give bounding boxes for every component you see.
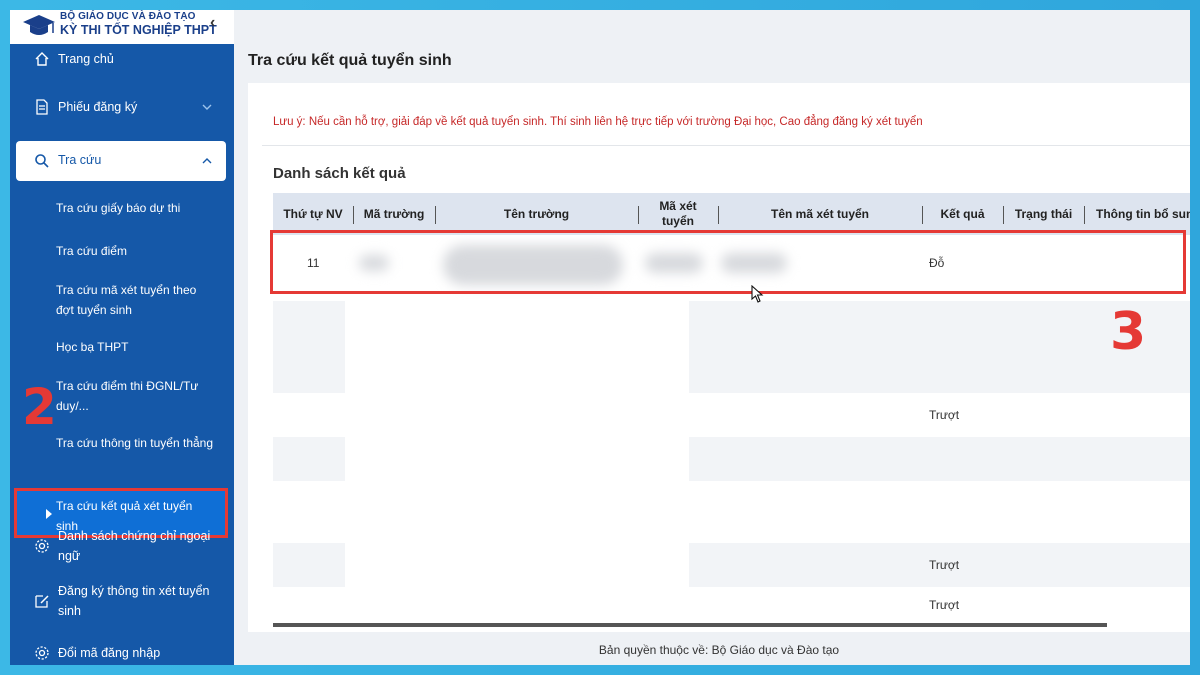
- step-2-annotation: 2: [22, 378, 57, 436]
- sidebar-item-home[interactable]: Trang chủ: [16, 48, 226, 70]
- column-header: Tên mã xét tuyển: [770, 206, 870, 221]
- step-3-annotation: 3: [1110, 302, 1147, 362]
- sidebar-item-certificates[interactable]: Danh sách chứng chỉ ngoại ngữ: [16, 526, 226, 566]
- chevron-up-icon: [202, 158, 212, 164]
- horizontal-scrollbar[interactable]: [273, 623, 1107, 627]
- sidebar-item-registration[interactable]: Phiếu đăng ký: [16, 96, 226, 118]
- caret-right-icon: [46, 509, 52, 519]
- gear-icon: [35, 539, 49, 553]
- table-row[interactable]: Trượt: [273, 393, 1190, 437]
- page-title: Tra cứu kết quả tuyển sinh: [248, 52, 452, 69]
- column-header: Mã xét tuyển: [659, 199, 697, 228]
- sidebar-item-label: Danh sách chứng chỉ ngoại ngữ: [58, 529, 211, 563]
- result-cell: Trượt: [929, 558, 960, 572]
- result-cell: Trượt: [929, 598, 960, 612]
- sidebar-item-label: Tra cứu: [58, 153, 102, 167]
- sidebar: Trang chủ Phiếu đăng ký Tra cứu Tra cứu …: [10, 44, 234, 665]
- sidebar-subitem-direct-admission[interactable]: Tra cứu thông tin tuyển thẳng: [56, 433, 216, 453]
- sidebar-subitem-scores[interactable]: Tra cứu điểm: [56, 241, 216, 261]
- column-header: Kết quả: [940, 206, 985, 221]
- sidebar-item-register-info[interactable]: Đăng ký thông tin xét tuyển sinh: [16, 581, 226, 621]
- column-header: Trạng thái: [1014, 206, 1073, 221]
- graduation-cap-icon: [23, 15, 55, 35]
- table-row[interactable]: [273, 301, 1190, 345]
- edit-icon: [35, 595, 49, 608]
- table-row[interactable]: Trượt: [273, 587, 1190, 623]
- sidebar-subitem-transcript[interactable]: Học bạ THPT: [56, 337, 216, 357]
- divider: [262, 145, 1190, 146]
- sidebar-item-label: Đổi mã đăng nhập: [58, 646, 161, 660]
- table-row[interactable]: [273, 437, 1190, 481]
- table-row[interactable]: Trượt: [273, 543, 1190, 587]
- notice-text: Lưu ý: Nếu cần hỗ trợ, giải đáp về kết q…: [273, 116, 923, 128]
- sidebar-item-lookup[interactable]: Tra cứu: [16, 141, 226, 181]
- table-row[interactable]: [273, 347, 1190, 391]
- sidebar-item-change-login[interactable]: Đổi mã đăng nhập: [16, 642, 226, 664]
- column-header: Thông tin bổ sung: [1096, 206, 1190, 221]
- chevron-down-icon: [202, 104, 212, 110]
- app-name: KỲ THI TỐT NGHIỆP THPT: [60, 23, 217, 37]
- highlight-annotation: [270, 230, 1186, 294]
- chevron-left-icon[interactable]: ‹: [210, 14, 215, 32]
- column-header: Mã trường: [363, 206, 425, 221]
- sidebar-subitem-exam-notice[interactable]: Tra cứu giấy báo dự thi: [56, 198, 216, 218]
- document-icon: [36, 99, 48, 115]
- sidebar-item-label: Đăng ký thông tin xét tuyển sinh: [58, 584, 210, 618]
- mouse-cursor-icon: [751, 285, 764, 303]
- result-cell: Trượt: [929, 408, 960, 422]
- gear-icon: [35, 646, 49, 660]
- results-card: Lưu ý: Nếu cần hỗ trợ, giải đáp về kết q…: [248, 83, 1190, 632]
- home-icon: [35, 52, 49, 66]
- brand-header: BỘ GIÁO DỤC VÀ ĐÀO TẠO KỲ THI TỐT NGHIỆP…: [10, 10, 234, 44]
- sidebar-subitem-admission-codes[interactable]: Tra cứu mã xét tuyển theo đợt tuyển sinh: [56, 280, 216, 320]
- app-window: BỘ GIÁO DỤC VÀ ĐÀO TẠO KỲ THI TỐT NGHIỆP…: [10, 10, 1190, 665]
- footer-copyright: Bản quyền thuộc về: Bộ Giáo dục và Đào t…: [598, 643, 840, 657]
- column-header: Tên trường: [503, 206, 570, 221]
- table-row[interactable]: [273, 481, 1190, 525]
- org-name: BỘ GIÁO DỤC VÀ ĐÀO TẠO: [60, 11, 196, 22]
- search-icon: [35, 154, 49, 168]
- sidebar-item-label: Trang chủ: [58, 52, 114, 66]
- column-header: Thứ tự NV: [283, 206, 343, 221]
- sidebar-item-label: Phiếu đăng ký: [58, 100, 138, 114]
- sidebar-subitem-aptitude-scores[interactable]: Tra cứu điểm thi ĐGNL/Tư duy/...: [56, 376, 216, 416]
- table-header: Thứ tự NV Mã trường Tên trường Mã xét tu…: [273, 193, 1190, 235]
- list-title: Danh sách kết quả: [273, 165, 406, 182]
